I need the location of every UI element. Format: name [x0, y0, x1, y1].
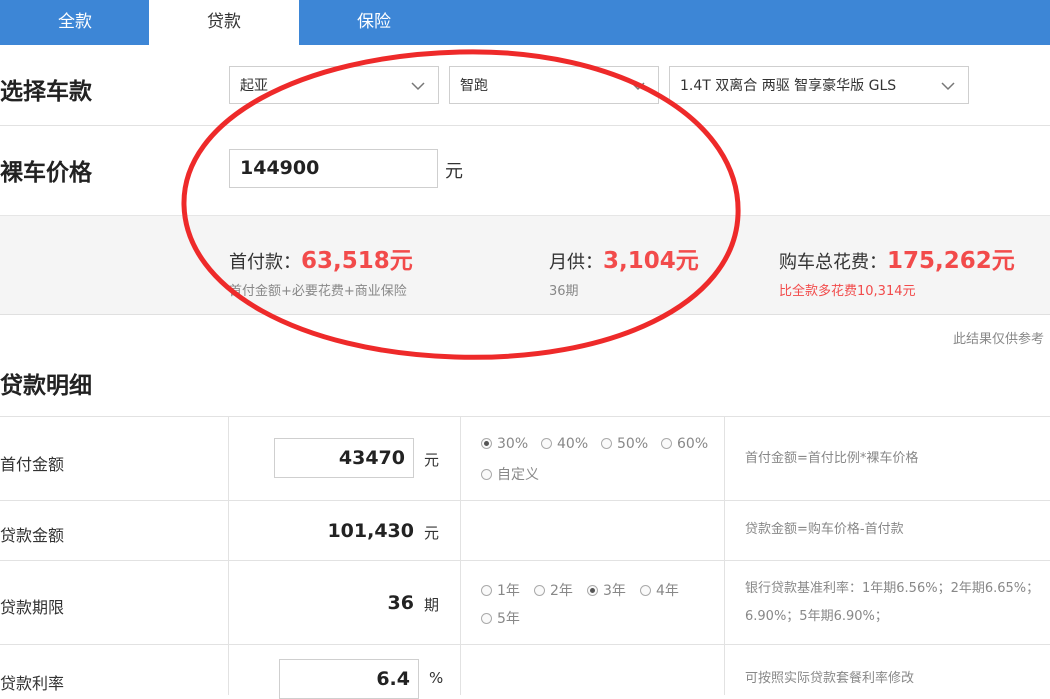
radio-icon	[481, 613, 492, 624]
divider	[0, 125, 1050, 126]
radio-label: 2年	[550, 583, 573, 599]
loan-amount-value: 101,430	[327, 520, 414, 542]
brand-select[interactable]: 起亚	[229, 66, 439, 104]
formula-note: 银行贷款基准利率：1年期6.56%；2年期6.65%； 6.90%；5年期6.9…	[745, 575, 1050, 631]
radio-1-year[interactable]: 1年	[481, 580, 520, 600]
formula-note: 首付金额=首付比例*裸车价格	[745, 451, 919, 466]
down-payment-label: 首付款：	[229, 252, 301, 273]
formula-line: 6.90%；5年期6.90%；	[745, 609, 888, 624]
radio-icon	[541, 438, 552, 449]
interest-rate-input[interactable]: 6.4	[279, 659, 419, 699]
down-payment-note: 首付金额+必要花费+商业保险	[229, 284, 407, 299]
trim-select[interactable]: 1.4T 双离合 两驱 智享豪华版 GLS	[669, 66, 969, 104]
row-label: 贷款期限	[0, 598, 65, 617]
chevron-down-icon	[411, 82, 425, 91]
monthly-label: 月供：	[549, 252, 603, 273]
radio-label: 30%	[497, 436, 529, 452]
radio-label: 40%	[557, 436, 589, 452]
total-summary: 购车总花费：175,262元	[779, 241, 1015, 275]
table-row: 贷款利率 6.4 % 可按照实际贷款套餐利率修改	[0, 644, 1050, 699]
model-select-value: 智跑	[460, 78, 488, 94]
radio-icon	[481, 469, 492, 480]
tab-bar: 全款 贷款 保险	[0, 0, 1050, 45]
loan-term-value: 36	[387, 592, 414, 614]
radio-50-percent[interactable]: 50%	[601, 436, 648, 452]
table-row: 贷款金额 101,430 元 贷款金额=购车价格-首付款	[0, 500, 1050, 561]
radio-custom[interactable]: 自定义	[481, 464, 539, 484]
total-note: 比全款多花费10,314元	[779, 284, 916, 299]
chevron-down-icon	[941, 82, 955, 91]
radio-icon	[587, 585, 598, 596]
radio-label: 自定义	[497, 467, 539, 483]
radio-icon	[601, 438, 612, 449]
radio-5-year[interactable]: 5年	[481, 608, 520, 628]
radio-label: 4年	[656, 583, 679, 599]
formula-note: 可按照实际贷款套餐利率修改	[745, 671, 915, 686]
table-row: 贷款期限 36 期 1年 2年 3年 4年 5年 银行贷款基准利率：1年期6.5…	[0, 560, 1050, 645]
radio-30-percent[interactable]: 30%	[481, 436, 528, 452]
loan-detail-title: 贷款明细	[0, 373, 92, 399]
trim-select-value: 1.4T 双离合 两驱 智享豪华版 GLS	[680, 78, 897, 94]
disclaimer: 此结果仅供参考	[952, 332, 1044, 347]
unit: 元	[424, 524, 440, 542]
monthly-value: 3,104元	[603, 248, 699, 274]
radio-2-year[interactable]: 2年	[534, 580, 573, 600]
price-input[interactable]: 144900	[229, 149, 438, 188]
radio-icon	[481, 438, 492, 449]
total-value: 175,262元	[887, 248, 1015, 274]
tab-full-payment[interactable]: 全款	[0, 0, 150, 45]
brand-select-value: 起亚	[240, 78, 268, 94]
chevron-down-icon	[631, 82, 645, 91]
formula-line: 银行贷款基准利率：1年期6.56%；2年期6.65%；	[745, 581, 1040, 596]
unit: %	[429, 669, 444, 687]
radio-icon	[534, 585, 545, 596]
radio-icon	[640, 585, 651, 596]
row-label: 贷款金额	[0, 526, 65, 545]
radio-40-percent[interactable]: 40%	[541, 436, 588, 452]
select-car-label: 选择车款	[0, 79, 92, 105]
table-row: 首付金额 43470 元 30% 40% 50% 60% 自定义 首付金额=首付…	[0, 416, 1050, 501]
monthly-summary: 月供：3,104元	[549, 241, 699, 275]
radio-label: 60%	[677, 436, 709, 452]
row-label: 贷款利率	[0, 674, 65, 693]
price-label: 裸车价格	[0, 160, 92, 186]
tab-loan[interactable]: 贷款	[149, 0, 299, 45]
radio-icon	[661, 438, 672, 449]
total-label: 购车总花费：	[779, 252, 887, 273]
down-payment-input[interactable]: 43470	[274, 438, 414, 478]
radio-label: 1年	[497, 583, 520, 599]
summary-panel: 首付款：63,518元 首付金额+必要花费+商业保险 月供：3,104元 36期…	[0, 215, 1050, 315]
down-payment-summary: 首付款：63,518元	[229, 241, 413, 275]
radio-label: 50%	[617, 436, 649, 452]
unit: 期	[424, 596, 440, 614]
row-label: 首付金额	[0, 455, 65, 474]
radio-4-year[interactable]: 4年	[640, 580, 679, 600]
radio-label: 3年	[603, 583, 626, 599]
monthly-note: 36期	[549, 284, 579, 299]
unit: 元	[424, 451, 440, 469]
price-unit: 元	[445, 161, 463, 182]
formula-note: 贷款金额=购车价格-首付款	[745, 522, 904, 537]
radio-icon	[481, 585, 492, 596]
model-select[interactable]: 智跑	[449, 66, 659, 104]
radio-label: 5年	[497, 611, 520, 627]
down-payment-value: 63,518元	[301, 248, 413, 274]
radio-60-percent[interactable]: 60%	[661, 436, 708, 452]
radio-3-year[interactable]: 3年	[587, 580, 626, 600]
tab-insurance[interactable]: 保险	[299, 0, 449, 45]
